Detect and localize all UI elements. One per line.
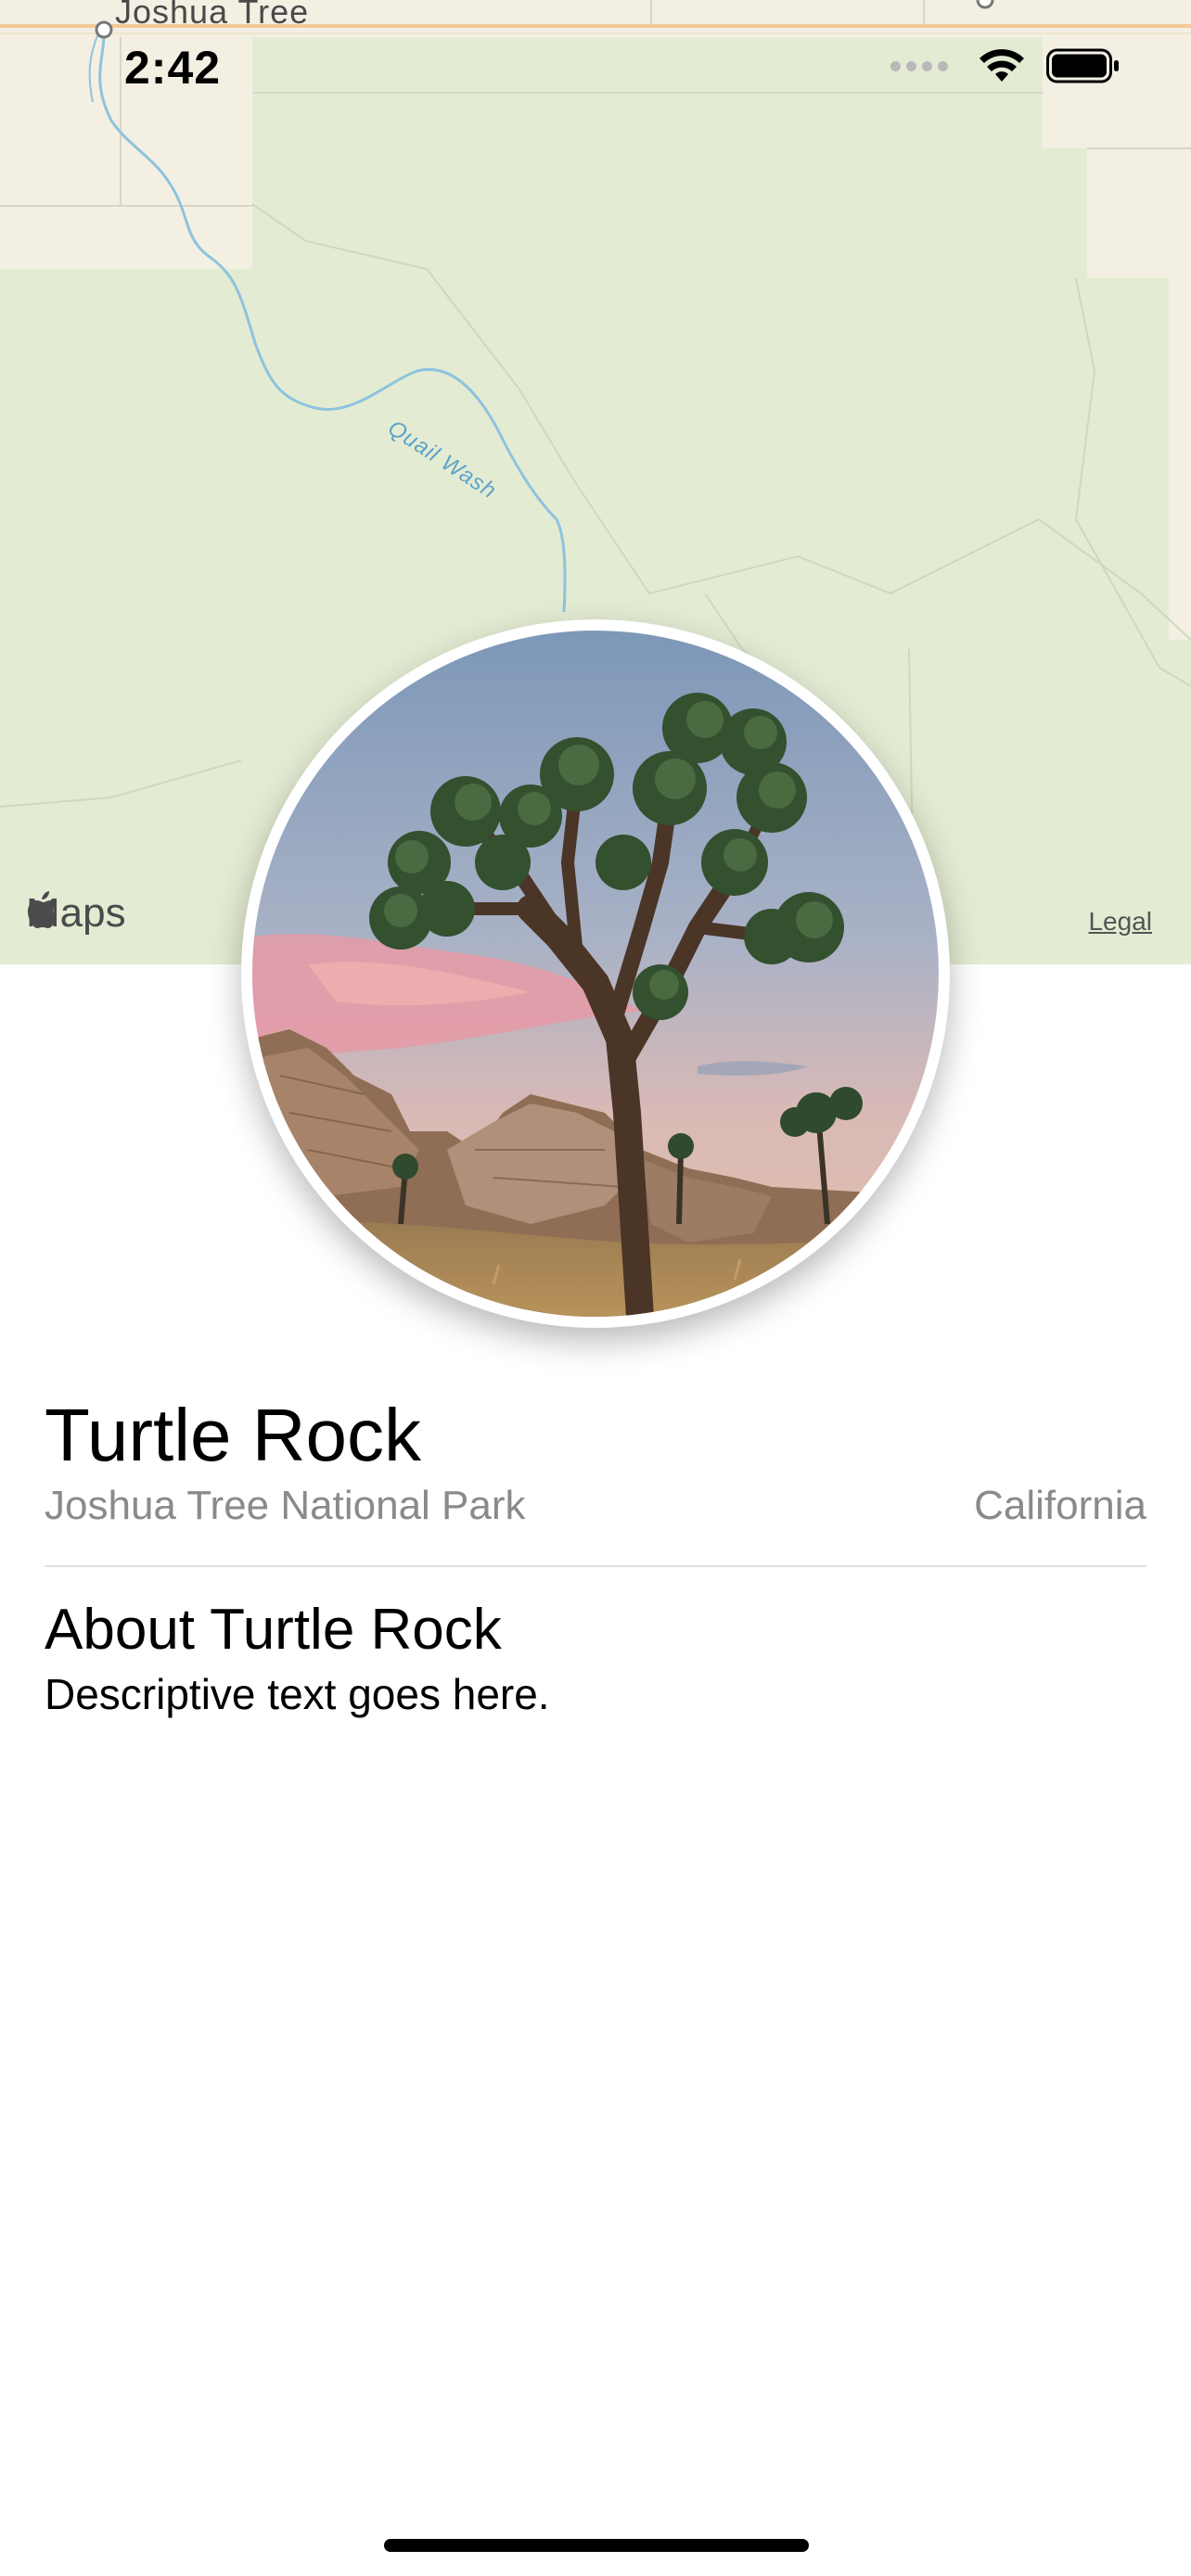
about-description: Descriptive text goes here. — [45, 1670, 550, 1718]
cellular-dots-icon — [890, 60, 948, 71]
status-icons — [890, 48, 1121, 83]
landmark-photo — [241, 619, 950, 1328]
battery-icon — [1046, 48, 1119, 83]
divider — [45, 1565, 1146, 1567]
state-name: California — [974, 1483, 1146, 1528]
status-time: 2:42 — [124, 42, 222, 94]
legal-link[interactable]: Legal — [1088, 907, 1152, 937]
apple-maps-logo: Maps — [26, 890, 126, 937]
home-indicator[interactable] — [384, 2539, 809, 2552]
landmark-subtitle-row: Joshua Tree National Park California — [45, 1480, 1146, 1532]
joshua-tree-photo — [252, 631, 939, 1317]
landmark-detail-screen: Joshua Tree Quail Wash Maps Legal 2:42 T… — [0, 0, 1191, 2576]
landmark-details: Turtle Rock Joshua Tree National Park Ca… — [45, 1391, 1146, 1723]
apple-logo-icon — [28, 891, 57, 928]
landmark-title: Turtle Rock — [45, 1394, 422, 1476]
about-heading: About Turtle Rock — [45, 1598, 502, 1662]
wifi-icon — [980, 49, 1024, 82]
status-bar: 2:42 — [0, 0, 1191, 130]
park-name: Joshua Tree National Park — [45, 1483, 526, 1528]
